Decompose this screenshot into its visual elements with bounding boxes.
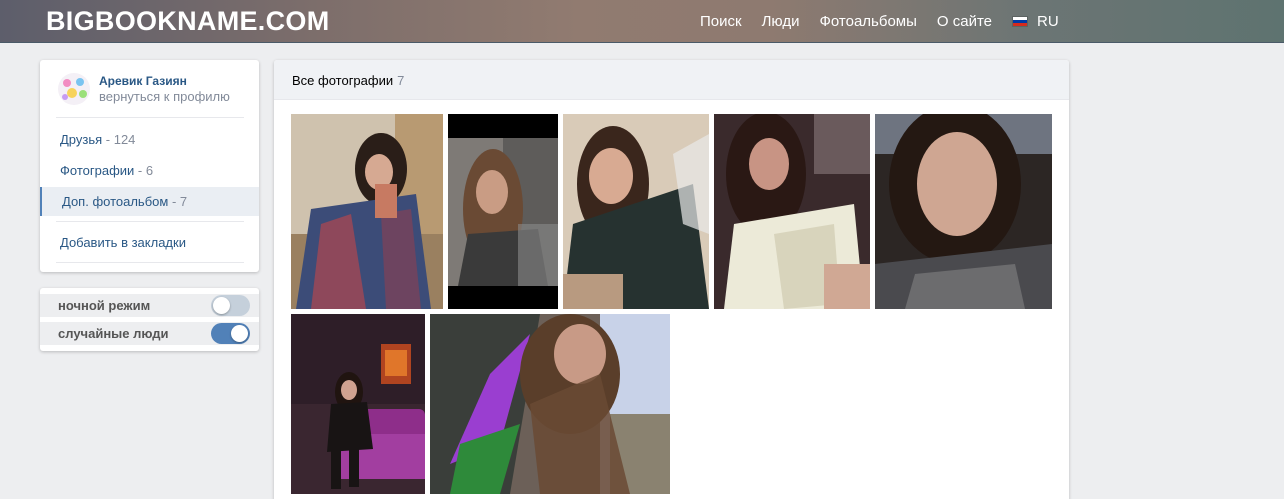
nav-search[interactable]: Поиск	[700, 13, 742, 30]
menu-item-friends[interactable]: Друзья - 124	[40, 125, 259, 154]
menu-divider	[56, 221, 244, 222]
night-mode-label: ночной режим	[58, 298, 151, 313]
back-to-profile-link[interactable]: вернуться к профилю	[99, 89, 230, 104]
switch-knob	[231, 325, 248, 342]
menu-item-label: Доп. фотоальбом	[62, 194, 169, 209]
settings-toggles-card: ночной режим случайные люди	[40, 288, 259, 351]
photo-thumbnail[interactable]	[563, 114, 709, 309]
nav-about[interactable]: О сайте	[937, 13, 992, 30]
random-people-switch[interactable]	[211, 323, 250, 344]
album-header: Все фотографии 7	[274, 60, 1069, 100]
photo-thumbnail[interactable]	[714, 114, 870, 309]
nav-people[interactable]: Люди	[762, 13, 800, 30]
photo-image-icon	[563, 114, 709, 309]
russian-flag-icon	[1012, 16, 1028, 27]
menu-item-count: - 7	[168, 194, 188, 209]
top-nav: Поиск Люди Фотоальбомы О сайте RU	[700, 0, 1059, 43]
photo-image-icon	[291, 314, 425, 494]
photo-thumbnail[interactable]	[291, 114, 443, 309]
menu-item-add-bookmark[interactable]: Добавить в закладки	[40, 228, 259, 257]
language-switcher[interactable]: RU	[1012, 13, 1059, 30]
menu-item-photos[interactable]: Фотографии - 6	[40, 156, 259, 185]
album-title: Все фотографии	[292, 73, 394, 88]
switch-knob	[213, 297, 230, 314]
random-people-label: случайные люди	[58, 326, 169, 341]
profile-header: Аревик Газиян вернуться к профилю	[56, 72, 244, 118]
photo-thumbnail[interactable]	[875, 114, 1052, 309]
menu-item-extra-album[interactable]: Доп. фотоальбом - 7	[40, 187, 259, 216]
avatar[interactable]	[58, 73, 90, 105]
night-mode-switch[interactable]	[211, 295, 250, 316]
avatar-image-icon	[58, 73, 90, 105]
toggle-row-random-people: случайные люди	[40, 322, 259, 345]
site-logo[interactable]: BIGBOOKNAME.COM	[46, 6, 330, 37]
menu-divider	[56, 262, 244, 263]
language-label: RU	[1037, 13, 1059, 30]
photo-image-icon	[875, 114, 1052, 309]
photo-thumbnail[interactable]	[430, 314, 670, 494]
album-card: Все фотографии 7	[274, 60, 1069, 499]
photo-image-icon	[291, 114, 443, 309]
nav-photoalbums[interactable]: Фотоальбомы	[819, 13, 916, 30]
menu-item-label: Добавить в закладки	[60, 235, 186, 250]
menu-item-count: - 124	[102, 132, 136, 147]
menu-item-count: - 6	[134, 163, 154, 178]
top-header: BIGBOOKNAME.COM Поиск Люди Фотоальбомы О…	[0, 0, 1284, 43]
album-tab-all-photos[interactable]: Все фотографии 7	[292, 73, 404, 88]
photo-image-icon	[448, 114, 558, 309]
photo-image-icon	[714, 114, 870, 309]
menu-item-label: Друзья	[60, 132, 103, 147]
profile-card: Аревик Газиян вернуться к профилю Друзья…	[40, 60, 259, 272]
toggle-row-night-mode: ночной режим	[40, 294, 259, 317]
profile-name[interactable]: Аревик Газиян	[99, 74, 187, 88]
photo-thumbnail[interactable]	[448, 114, 558, 309]
photo-image-icon	[430, 314, 670, 494]
photo-thumbnail[interactable]	[291, 314, 425, 494]
album-count: 7	[397, 73, 405, 88]
menu-item-label: Фотографии	[60, 163, 135, 178]
